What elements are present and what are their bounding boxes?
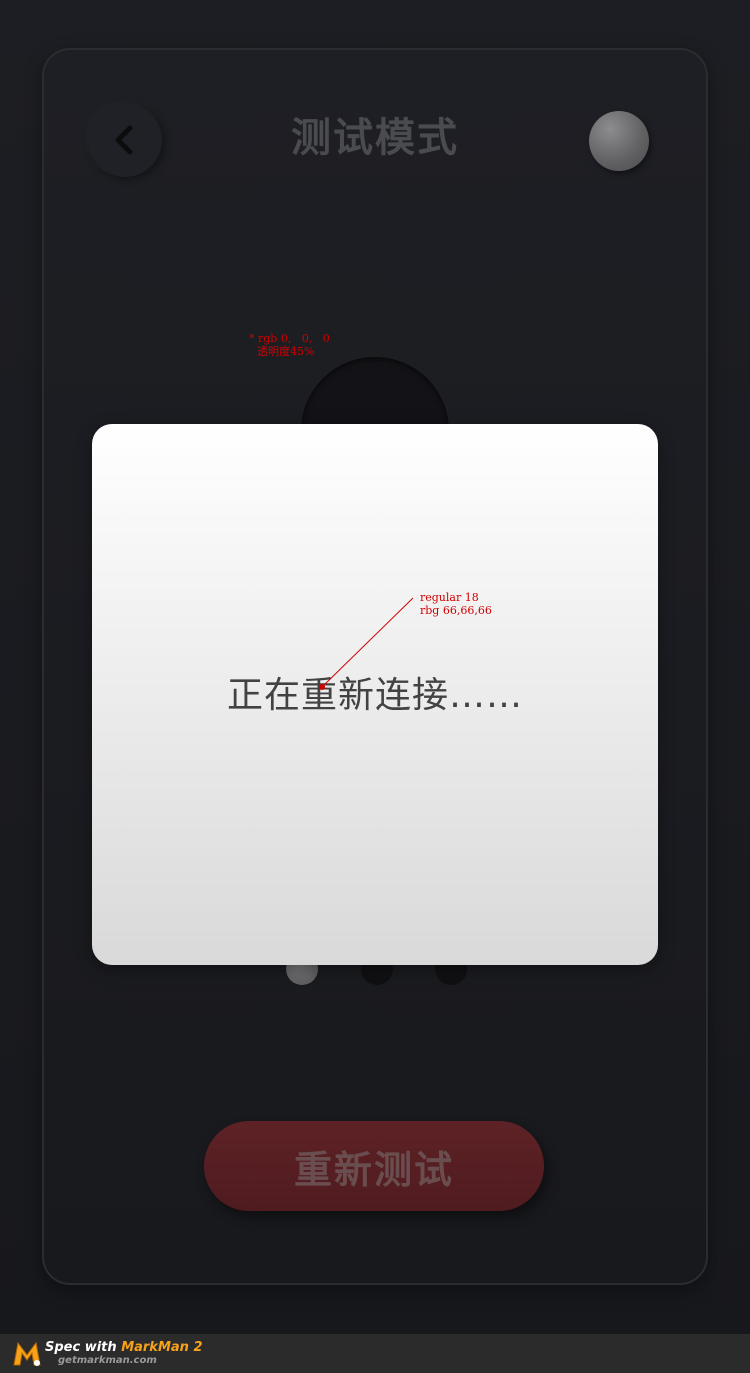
spec-annotation-line: regular 18 — [420, 591, 479, 604]
markman-logo-icon — [13, 1341, 41, 1366]
reconnect-dialog: 正在重新连接…… — [92, 424, 658, 965]
markman-url[interactable]: getmarkman.com — [58, 1355, 157, 1367]
page-title: 测试模式 — [291, 115, 459, 161]
chevron-left-icon — [115, 125, 133, 155]
app-screen: 测试模式 * rgb 0, 0, 0 透明度45% 重新测试 正在重新连接…… … — [0, 0, 750, 1373]
back-button[interactable] — [88, 103, 162, 177]
retest-button[interactable]: 重新测试 — [204, 1121, 544, 1211]
markman-spec-text: Spec with MarkMan 2 — [45, 1340, 203, 1355]
markman-prefix: Spec with — [45, 1340, 122, 1355]
spec-annotation-font: regular 18 rbg 66,66,66 — [420, 591, 492, 617]
status-dot-icon[interactable] — [589, 111, 649, 171]
reconnect-message: 正在重新连接…… — [226, 675, 523, 716]
spec-annotation-line: * rgb 0, 0, 0 — [249, 332, 330, 345]
spec-annotation-line: 透明度45% — [257, 345, 315, 358]
spec-annotation-line: rbg 66,66,66 — [420, 604, 492, 617]
markman-footer: Spec with MarkMan 2 getmarkman.com — [0, 1334, 750, 1373]
markman-brand: MarkMan 2 — [121, 1340, 203, 1355]
spec-annotation-shadow: * rgb 0, 0, 0 透明度45% — [249, 332, 330, 358]
